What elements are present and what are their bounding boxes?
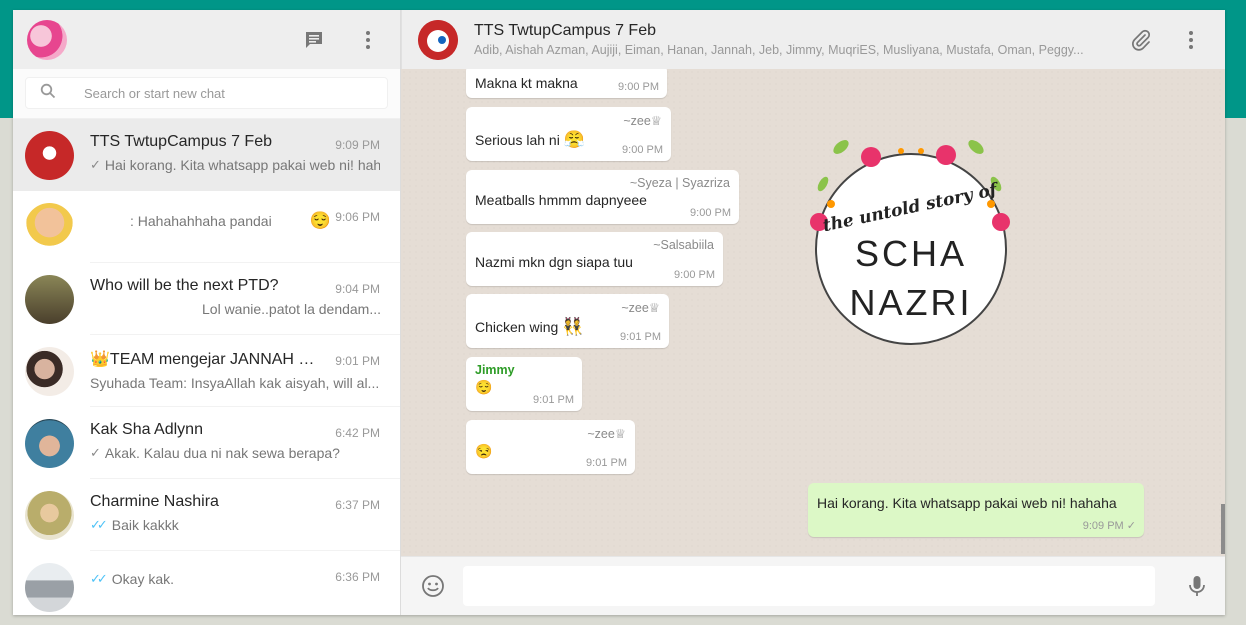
chat-item-4[interactable]: 👑TEAM mengejar JANNAH ✨... 9:01 PM Syuha… <box>13 335 400 407</box>
message-area: the untold story of SCHA NAZRI Makna kt … <box>401 69 1225 556</box>
chat-time: 9:04 PM <box>335 282 380 296</box>
chat-preview: Lol wanie..patot la dendam... <box>90 301 380 317</box>
conversation-pane: TTS TwtupCampus 7 Feb Adib, Aishah Azman… <box>401 10 1225 615</box>
message[interactable]: Makna kt makna 9:00 PM <box>466 69 667 98</box>
chat-item-7[interactable]: 6:36 PM ✓✓ Okay kak. <box>13 551 400 615</box>
angry-emoji: 😤 <box>563 130 585 149</box>
message-time: 9:00 PM <box>618 81 659 93</box>
message[interactable]: ~zee♕ Chicken wing 👯 9:01 PM <box>466 294 669 348</box>
message-scrollbar[interactable] <box>1221 504 1225 554</box>
message-sender: Jimmy <box>475 363 515 377</box>
menu-icon[interactable] <box>356 28 380 52</box>
chat-list-pane: TTS TwtupCampus 7 Feb 9:09 PM ✓Hai koran… <box>13 10 401 615</box>
preview-text: Lol wanie..patot la dendam... <box>202 301 380 317</box>
chat-item-tts-twtupcampus[interactable]: TTS TwtupCampus 7 Feb 9:09 PM ✓ Hai koran… <box>13 119 400 191</box>
preview-text: Okay kak. <box>111 571 175 587</box>
whatsapp-web-window: TTS TwtupCampus 7 Feb 9:09 PM ✓Hai koran… <box>13 10 1225 615</box>
avatar <box>25 130 74 180</box>
chat-name: 👑TEAM mengejar JANNAH ✨... <box>90 351 320 368</box>
microphone-icon[interactable] <box>1185 574 1209 598</box>
message-time: 9:01 PM <box>533 394 574 406</box>
message-time: 9:00 PM <box>690 207 731 219</box>
group-members: Adib, Aishah Azman, Aujiji, Eiman, Hanan… <box>474 43 1084 57</box>
sent-tick-icon: ✓ <box>90 445 101 460</box>
message[interactable]: ~Salsabiila Nazmi mkn dgn siapa tuu 9:00… <box>466 232 723 286</box>
message[interactable]: ~zee♕ Serious lah ni 😤 9:00 PM <box>466 107 671 161</box>
left-header <box>13 10 400 69</box>
message-text: Meatballs hmmm dapnyeee <box>475 192 647 208</box>
message-time: 9:01 PM <box>620 331 661 343</box>
read-tick-icon: ✓✓ <box>90 517 108 532</box>
chat-list: TTS TwtupCampus 7 Feb 9:09 PM ✓ Hai koran… <box>13 119 400 615</box>
chat-preview: ✓ Hai korang. Kita whatsapp pakai web ni!… <box>90 157 380 173</box>
conversation-title: TTS TwtupCampus 7 Feb <box>474 22 656 39</box>
chat-preview: Syuhada Team: InsyaAllah kak aisyah, wil… <box>90 375 380 391</box>
chat-item-charmine[interactable]: Charmine Nashira 6:37 PM ✓✓ Baik kakkk <box>13 479 400 551</box>
scha-nazri-logo: the untold story of SCHA NAZRI <box>801 129 1021 349</box>
chat-item-kak-sha[interactable]: Kak Sha Adlynn 6:42 PM ✓ Akak. Kalau dua … <box>13 407 400 479</box>
avatar <box>25 202 74 252</box>
chat-time: 9:01 PM <box>335 354 380 368</box>
avatar <box>25 274 74 324</box>
message[interactable]: Jimmy 😌 9:01 PM <box>466 357 582 411</box>
message-sender: ~zee♕ <box>621 301 660 315</box>
message-text-content: Chicken wing <box>475 319 559 335</box>
avatar <box>25 562 74 612</box>
chat-preview: ✓✓ Baik kakkk <box>90 517 380 533</box>
chat-time: 6:37 PM <box>335 498 380 512</box>
preview-text: Akak. Kalau dua ni nak sewa berapa? <box>104 445 340 461</box>
dancers-emoji: 👯 <box>562 317 584 336</box>
composer <box>401 556 1225 615</box>
search-icon <box>40 83 56 104</box>
chat-time: 9:06 PM <box>335 210 380 224</box>
message-time: 9:00 PM <box>622 144 663 156</box>
attach-icon[interactable] <box>1129 28 1153 52</box>
message-time: 9:00 PM <box>674 269 715 281</box>
chat-name: Who will be the next PTD? <box>90 277 279 294</box>
read-tick-icon: ✓✓ <box>90 571 108 586</box>
new-chat-icon[interactable] <box>302 28 326 52</box>
sent-tick-icon: ✓ <box>90 157 101 172</box>
message-sender: ~Syeza | Syazriza <box>629 176 730 190</box>
message-text: Hai korang. Kita whatsapp pakai web ni! … <box>817 495 1117 511</box>
search-input[interactable] <box>84 85 334 101</box>
chat-time: 9:09 PM <box>335 138 380 152</box>
message[interactable]: ~Syeza | Syazriza Meatballs hmmm dapnyee… <box>466 170 739 224</box>
message-text: Nazmi mkn dgn siapa tuu <box>475 254 633 270</box>
chat-item-2[interactable]: 9:06 PM : Hahahahhaha pandai 😌 <box>13 191 400 263</box>
chat-name: Charmine Nashira <box>90 493 219 510</box>
search-bar <box>13 69 400 119</box>
chat-name: TTS TwtupCampus 7 Feb <box>90 133 272 150</box>
message-sender: ~zee♕ <box>623 114 662 128</box>
outgoing-message[interactable]: Hai korang. Kita whatsapp pakai web ni! … <box>808 483 1144 537</box>
group-avatar[interactable] <box>418 19 458 60</box>
preview-text: : Hahahahhaha pandai <box>130 213 272 229</box>
message-sender: ~zee♕ <box>587 427 626 441</box>
logo-line-nazri: NAZRI <box>850 282 973 323</box>
emoji-icon[interactable] <box>421 574 445 598</box>
conversation-header[interactable]: TTS TwtupCampus 7 Feb Adib, Aishah Azman… <box>401 10 1225 69</box>
search-box <box>25 77 388 109</box>
message-time: 9:09 PM ✓ <box>1082 520 1136 532</box>
message-text-content: Serious lah ni <box>475 132 560 148</box>
chat-item-3[interactable]: Who will be the next PTD? 9:04 PM Lol wa… <box>13 263 400 335</box>
preview-text: Baik kakkk <box>111 517 179 533</box>
chat-time: 6:42 PM <box>335 426 380 440</box>
message-sender: ~Salsabiila <box>653 238 714 252</box>
avatar <box>25 346 74 396</box>
message-time: 9:01 PM <box>586 457 627 469</box>
conversation-menu-icon[interactable] <box>1179 28 1203 52</box>
avatar <box>25 490 74 540</box>
preview-text: Hai korang. Kita whatsapp pakai web ni! … <box>104 157 380 173</box>
chat-name: Kak Sha Adlynn <box>90 421 203 438</box>
preview-text: Syuhada Team: InsyaAllah kak aisyah, wil… <box>90 375 380 391</box>
chat-preview: ✓ Akak. Kalau dua ni nak sewa berapa? <box>90 445 380 461</box>
chat-time: 6:36 PM <box>335 570 380 584</box>
my-avatar[interactable] <box>27 19 67 60</box>
avatar <box>25 418 74 468</box>
relieved-emoji: 😌 <box>309 211 331 230</box>
message-input[interactable] <box>463 566 1155 606</box>
logo-line-scha: SCHA <box>855 233 967 274</box>
message[interactable]: ~zee♕ 😒 9:01 PM <box>466 420 635 474</box>
